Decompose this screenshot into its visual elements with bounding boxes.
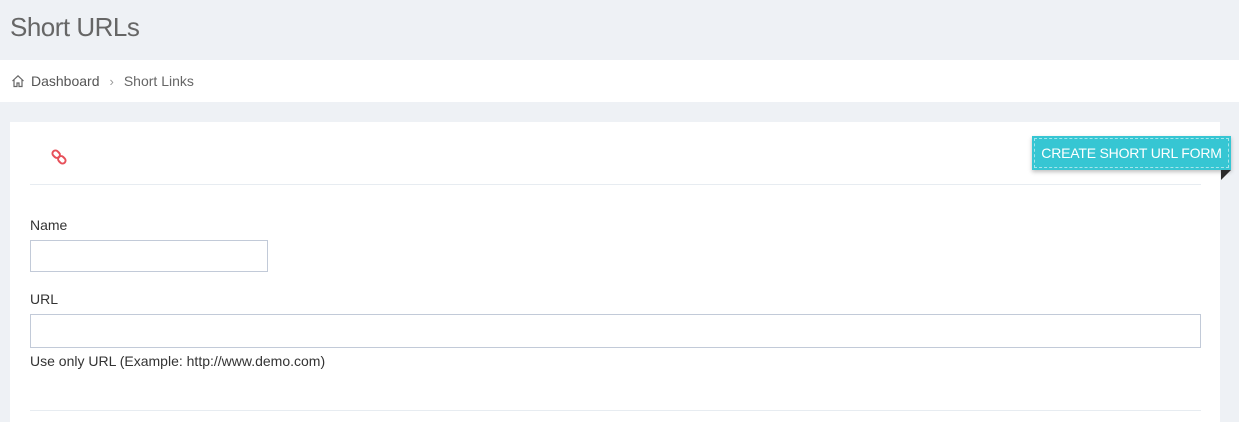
page-header: Short URLs [0, 0, 1239, 60]
home-icon[interactable] [11, 74, 25, 88]
page-title: Short URLs [10, 12, 140, 42]
name-label: Name [30, 217, 68, 233]
ribbon-fold [1221, 170, 1231, 180]
portlet-header [30, 122, 1201, 185]
breadcrumb-separator: › [109, 73, 114, 89]
name-input[interactable] [30, 240, 268, 272]
breadcrumb: Dashboard › Short Links [11, 73, 194, 89]
url-input[interactable] [30, 314, 1201, 348]
ribbon-label: CREATE SHORT URL FORM [1041, 145, 1222, 161]
short-url-portlet: CREATE SHORT URL FORM Name URL Use only … [10, 122, 1231, 422]
url-help-text: Use only URL (Example: http://www.demo.c… [30, 353, 326, 369]
url-label: URL [30, 291, 59, 307]
link-icon [49, 147, 69, 167]
create-short-url-ribbon: CREATE SHORT URL FORM [1032, 136, 1231, 170]
breadcrumb-bar: Dashboard › Short Links [0, 60, 1239, 102]
breadcrumb-dashboard-link[interactable]: Dashboard [31, 73, 100, 89]
breadcrumb-current: Short Links [123, 73, 194, 89]
form-divider [30, 410, 1201, 411]
